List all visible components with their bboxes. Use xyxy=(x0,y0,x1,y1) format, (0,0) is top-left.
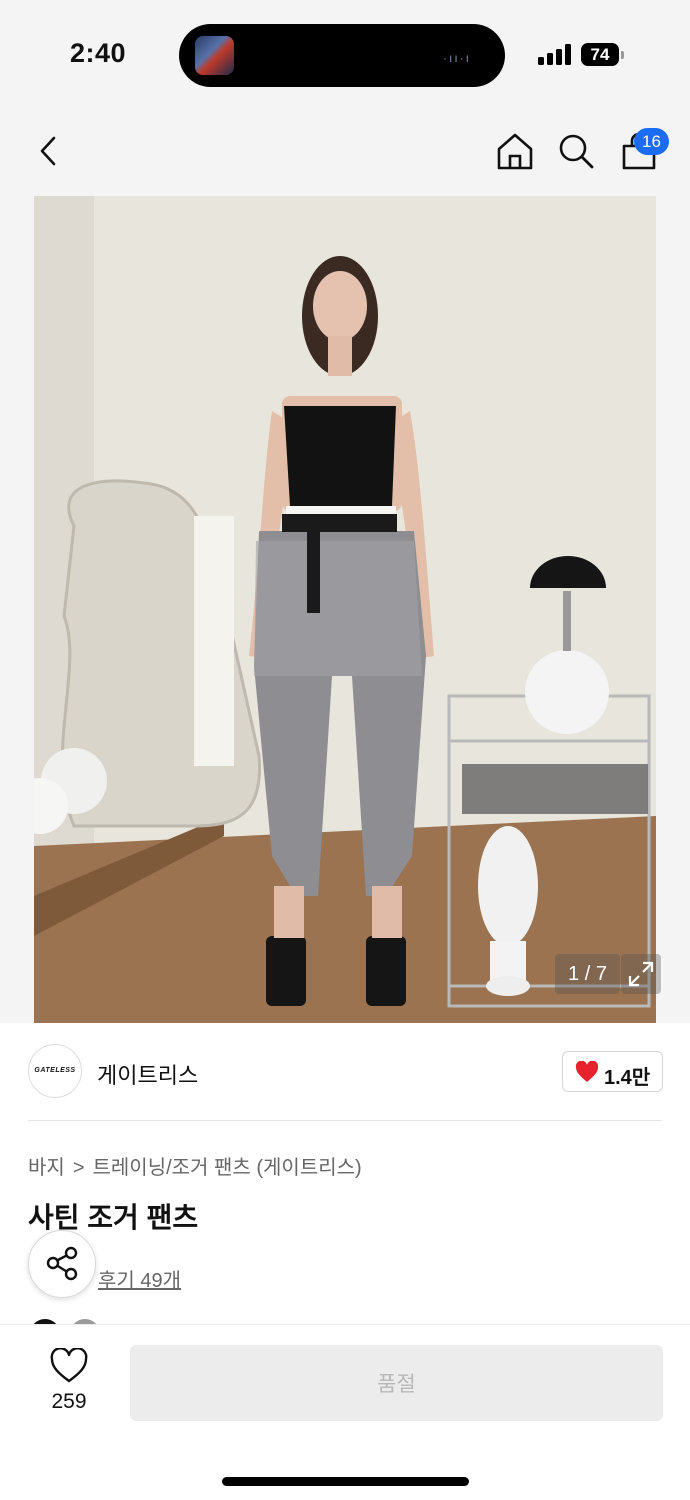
cart-count-badge: 16 xyxy=(634,128,669,155)
brand-like-count: 1.4만 xyxy=(604,1067,651,1089)
brand-logo[interactable]: GATELESS xyxy=(28,1044,82,1098)
share-icon xyxy=(46,1246,78,1281)
breadcrumb-separator: > xyxy=(72,1157,85,1179)
divider xyxy=(28,1120,662,1121)
status-bar: 2:40 ·ıı·ı 74 xyxy=(0,0,690,110)
battery-nub xyxy=(621,51,624,59)
back-icon[interactable] xyxy=(28,130,70,172)
breadcrumb: 바지 > 트레이닝/조거 팬츠 (게이트리스) xyxy=(28,1151,362,1180)
product-gallery[interactable] xyxy=(0,196,690,1023)
wish-count: 259 xyxy=(51,1390,87,1413)
soldout-button[interactable]: 품절 xyxy=(130,1345,663,1421)
gallery-page-counter: 1 / 7 xyxy=(555,954,620,994)
home-icon[interactable] xyxy=(494,130,536,172)
status-time: 2:40 xyxy=(70,38,127,68)
breadcrumb-item-subcategory[interactable]: 트레이닝/조거 팬츠 (게이트리스) xyxy=(93,1151,362,1180)
brand-name[interactable]: 게이트리스 xyxy=(97,1058,198,1090)
product-photo[interactable] xyxy=(34,196,656,1023)
home-indicator[interactable] xyxy=(222,1477,469,1486)
heart-outline-icon[interactable] xyxy=(50,1348,88,1384)
now-playing-thumbnail xyxy=(195,36,234,75)
search-icon[interactable] xyxy=(555,130,597,172)
share-button[interactable] xyxy=(28,1230,96,1298)
heart-filled-icon xyxy=(575,1061,599,1082)
cellular-signal-icon xyxy=(538,43,572,65)
dynamic-island[interactable]: ·ıı·ı xyxy=(179,24,505,87)
brand-like-button[interactable]: 1.4만 xyxy=(562,1051,663,1092)
expand-icon[interactable] xyxy=(621,954,661,994)
audio-wave-icon: ·ıı·ı xyxy=(443,51,471,65)
model-wearing-product-image xyxy=(34,196,656,1023)
top-nav xyxy=(0,110,690,196)
breadcrumb-item-category[interactable]: 바지 xyxy=(28,1151,65,1180)
review-link[interactable]: 후기 49개 xyxy=(98,1264,181,1293)
battery-icon: 74 xyxy=(581,43,619,66)
